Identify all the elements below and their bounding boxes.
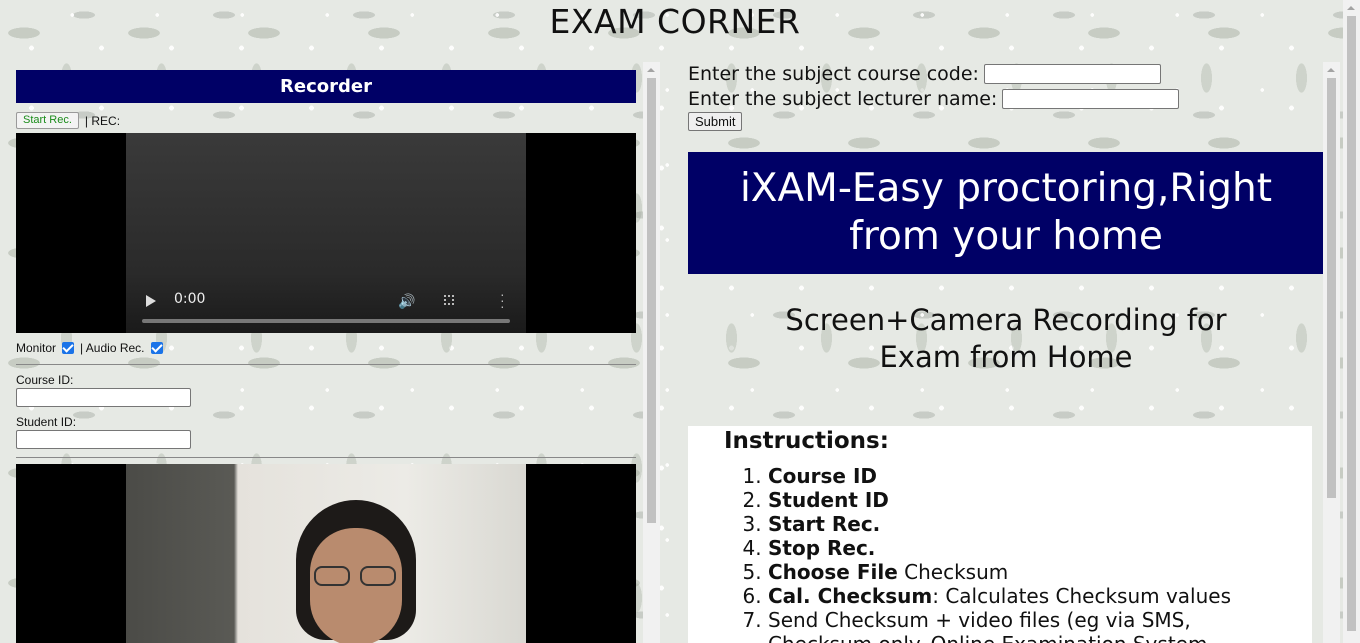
monitor-checkbox[interactable] xyxy=(62,342,75,354)
audio-rec-label: | Audio Rec. xyxy=(80,341,145,355)
list-item: Stop Rec. xyxy=(768,536,1248,560)
recorder-header: Recorder xyxy=(16,70,636,103)
lecturer-name-input[interactable] xyxy=(1002,89,1180,109)
screen-recording-video[interactable]: 0:00 🔊 · · · xyxy=(16,133,636,333)
instructions-title: Instructions: xyxy=(724,428,889,454)
hero-banner: iXAM-Easy proctoring,Right from your hom… xyxy=(688,152,1324,274)
volume-icon[interactable]: 🔊 xyxy=(398,293,415,310)
video-player: 0:00 🔊 · · · xyxy=(126,133,526,333)
lecturer-label: Enter the subject lecturer name: xyxy=(688,88,998,110)
divider xyxy=(16,457,636,458)
course-code-label: Enter the subject course code: xyxy=(688,63,979,85)
rec-status-label: | REC: xyxy=(84,113,121,128)
scrollbar-thumb[interactable] xyxy=(1347,16,1356,631)
recorder-panel: Recorder Start Rec. | REC: 0:00 🔊 · · · Mo… xyxy=(0,62,660,643)
student-id-label: Student ID: xyxy=(16,415,77,429)
webcam-person-image xyxy=(294,500,418,643)
start-rec-button[interactable]: Start Rec. xyxy=(16,112,79,129)
scrollbar-thumb[interactable] xyxy=(647,78,656,523)
course-id-label: Course ID: xyxy=(16,373,74,387)
instructions-list: Course ID Student ID Start Rec. Stop Rec… xyxy=(724,464,1248,643)
list-item: Cal. Checksum: Calculates Checksum value… xyxy=(768,584,1248,608)
info-panel: Enter the subject course code: Enter the… xyxy=(672,62,1340,643)
audio-rec-checkbox[interactable] xyxy=(150,342,163,354)
scrollbar-thumb[interactable] xyxy=(1327,78,1336,498)
monitor-audio-row: Monitor | Audio Rec. xyxy=(16,341,169,355)
page-scrollbar[interactable] xyxy=(1343,0,1360,643)
video-time: 0:00 xyxy=(174,291,206,307)
record-controls: Start Rec. | REC: xyxy=(16,112,120,129)
submit-button[interactable]: Submit xyxy=(688,112,743,131)
list-item: Start Rec. xyxy=(768,512,1248,536)
play-icon[interactable] xyxy=(146,295,156,307)
page-title: EXAM CORNER xyxy=(549,2,801,41)
camera-video[interactable] xyxy=(16,464,636,643)
list-item: Send Checksum + video files (eg via SMS,… xyxy=(768,608,1248,643)
monitor-label: Monitor xyxy=(16,341,57,355)
left-scrollbar[interactable] xyxy=(643,62,660,643)
scroll-up-icon[interactable] xyxy=(1327,68,1335,72)
lecturer-row: Enter the subject lecturer name: xyxy=(688,88,1180,110)
scroll-up-icon[interactable] xyxy=(1347,6,1355,10)
course-id-input[interactable] xyxy=(16,388,191,407)
subtitle: Screen+Camera Recording for Exam from Ho… xyxy=(785,303,1227,374)
right-scrollbar[interactable] xyxy=(1323,62,1340,643)
instructions-section: Instructions: Course ID Student ID Start… xyxy=(688,426,1312,643)
list-item: Student ID xyxy=(768,488,1248,512)
fullscreen-icon[interactable] xyxy=(444,295,454,305)
camera-feed xyxy=(126,464,526,643)
divider xyxy=(16,364,636,365)
list-item: Choose File Checksum xyxy=(768,560,1248,584)
video-controls: 0:00 🔊 · · · xyxy=(126,287,526,323)
scroll-up-icon[interactable] xyxy=(647,68,655,72)
student-id-input[interactable] xyxy=(16,430,191,449)
more-options-icon[interactable]: · · · xyxy=(500,287,505,313)
list-item: Course ID xyxy=(768,464,1248,488)
video-progress-bar[interactable] xyxy=(142,319,510,323)
course-code-row: Enter the subject course code: xyxy=(688,63,1161,85)
course-code-input[interactable] xyxy=(983,64,1161,84)
